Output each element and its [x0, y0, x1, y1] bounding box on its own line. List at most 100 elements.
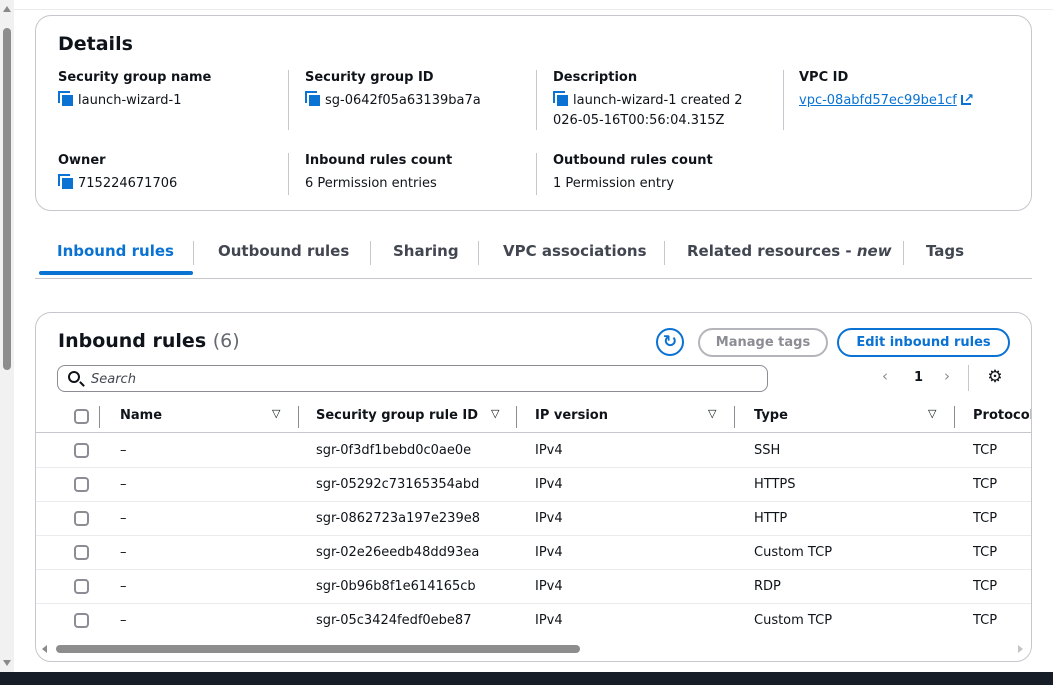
- row-checkbox[interactable]: [74, 545, 89, 560]
- settings-gear-icon[interactable]: ⚙: [986, 368, 1004, 386]
- tab-divider: [370, 241, 371, 265]
- search-input[interactable]: [91, 369, 751, 389]
- cell-type: RDP: [754, 579, 781, 594]
- table-row[interactable]: – sgr-05292c73165354abd IPv4 HTTPS TCP: [36, 468, 1031, 502]
- cell-type: Custom TCP: [754, 545, 833, 560]
- column-divider: [536, 70, 537, 130]
- table-row[interactable]: – sgr-02e26eedb48dd93ea IPv4 Custom TCP …: [36, 536, 1031, 570]
- scroll-up-icon[interactable]: [3, 6, 11, 12]
- inbound-rules-count-label: Inbound rules count: [305, 153, 453, 168]
- edit-inbound-rules-button[interactable]: Edit inbound rules: [837, 328, 1010, 357]
- column-header-type[interactable]: Type: [754, 408, 788, 423]
- owner-value: 715224671706: [78, 176, 178, 191]
- cell-ip-version: IPv4: [535, 477, 563, 492]
- top-divider: [14, 9, 1053, 10]
- copy-icon[interactable]: [305, 91, 320, 106]
- sort-icon[interactable]: ▽: [928, 407, 936, 420]
- security-group-id-label: Security group ID: [305, 70, 434, 85]
- description-field: Description launch-wizard-1 created 2 02…: [553, 69, 743, 131]
- tab-sharing[interactable]: Sharing: [393, 242, 459, 260]
- copy-icon[interactable]: [58, 174, 73, 189]
- column-header-ip-version[interactable]: IP version: [535, 408, 608, 423]
- select-all-checkbox[interactable]: [74, 409, 89, 424]
- external-link-icon: [960, 88, 974, 108]
- manage-tags-button[interactable]: Manage tags: [698, 328, 828, 357]
- column-resizer[interactable]: [516, 406, 517, 428]
- horizontal-scrollbar[interactable]: [36, 640, 1031, 658]
- outbound-rules-count-field: Outbound rules count 1 Permission entry: [553, 152, 713, 194]
- security-group-name-field: Security group name launch-wizard-1: [58, 69, 211, 111]
- cell-protocol: TCP: [973, 545, 998, 560]
- row-checkbox[interactable]: [74, 511, 89, 526]
- security-group-id-field: Security group ID sg-0642f05a63139ba7a: [305, 69, 481, 111]
- new-badge: new: [856, 242, 892, 260]
- description-label: Description: [553, 70, 638, 85]
- cell-type: SSH: [754, 443, 781, 458]
- column-resizer[interactable]: [954, 406, 955, 428]
- tab-divider: [664, 241, 665, 265]
- column-divider: [288, 70, 289, 130]
- previous-page-icon[interactable]: ‹: [882, 367, 888, 385]
- table-row[interactable]: – sgr-0b96b8f1e614165cb IPv4 RDP TCP: [36, 570, 1031, 604]
- details-title: Details: [58, 33, 133, 55]
- row-checkbox[interactable]: [74, 579, 89, 594]
- table-header: Name ▽ Security group rule ID ▽ IP versi…: [36, 401, 1031, 433]
- tab-related-resources[interactable]: Related resources - new: [687, 242, 892, 260]
- sort-icon[interactable]: ▽: [708, 407, 716, 420]
- copy-icon[interactable]: [553, 91, 568, 106]
- tab-outbound-rules[interactable]: Outbound rules: [218, 242, 349, 260]
- tab-tags[interactable]: Tags: [926, 242, 964, 260]
- sort-icon[interactable]: ▽: [272, 407, 280, 420]
- scroll-left-icon[interactable]: [42, 645, 47, 653]
- inbound-rules-count-field: Inbound rules count 6 Permission entries: [305, 152, 452, 194]
- vpc-id-label: VPC ID: [799, 70, 849, 85]
- footer-bar: [0, 672, 1053, 685]
- tab-vpc-associations[interactable]: VPC associations: [503, 242, 647, 260]
- owner-label: Owner: [58, 153, 106, 168]
- tab-related-resources-label: Related resources -: [687, 242, 857, 260]
- description-value-line1: launch-wizard-1 created 2: [573, 93, 743, 108]
- scroll-right-icon[interactable]: [1018, 645, 1023, 653]
- inbound-rules-count-value: 6 Permission entries: [305, 176, 437, 191]
- cell-ip-version: IPv4: [535, 443, 563, 458]
- cell-rule-id: sgr-0f3df1bebd0c0ae0e: [316, 443, 472, 458]
- page-number[interactable]: 1: [914, 370, 923, 385]
- cell-ip-version: IPv4: [535, 511, 563, 526]
- column-resizer[interactable]: [298, 406, 299, 428]
- vpc-id-link[interactable]: vpc-08abfd57ec99be1cf: [799, 93, 957, 108]
- table-row[interactable]: – sgr-0862723a197e239e8 IPv4 HTTP TCP: [36, 502, 1031, 536]
- column-header-protocol[interactable]: Protocol: [973, 408, 1031, 423]
- sort-icon[interactable]: ▽: [491, 407, 499, 420]
- column-resizer[interactable]: [99, 406, 100, 428]
- inbound-rules-title: Inbound rules (6): [58, 330, 240, 352]
- tab-inbound-rules[interactable]: Inbound rules: [57, 242, 174, 260]
- copy-icon[interactable]: [58, 91, 73, 106]
- refresh-button[interactable]: ↻: [656, 328, 684, 356]
- horizontal-scrollbar-thumb[interactable]: [56, 645, 580, 653]
- next-page-icon[interactable]: ›: [944, 367, 950, 385]
- vertical-scrollbar[interactable]: [0, 0, 14, 672]
- vertical-scrollbar-thumb[interactable]: [3, 28, 11, 370]
- cell-name: –: [120, 511, 127, 526]
- outbound-rules-count-label: Outbound rules count: [553, 153, 713, 168]
- column-resizer[interactable]: [734, 406, 735, 428]
- inbound-rules-panel: Inbound rules (6) ↻ Manage tags Edit inb…: [35, 312, 1032, 662]
- owner-field: Owner 715224671706: [58, 152, 177, 194]
- column-header-rule-id[interactable]: Security group rule ID: [316, 408, 478, 423]
- row-checkbox[interactable]: [74, 613, 89, 628]
- row-checkbox[interactable]: [74, 477, 89, 492]
- outbound-rules-count-value: 1 Permission entry: [553, 176, 675, 191]
- cell-rule-id: sgr-05c3424fedf0ebe87: [316, 613, 472, 628]
- row-checkbox[interactable]: [74, 443, 89, 458]
- description-value-line2: 026-05-16T00:56:04.315Z: [553, 113, 725, 128]
- column-header-name[interactable]: Name: [120, 408, 162, 423]
- scroll-down-icon[interactable]: [3, 660, 11, 666]
- search-box[interactable]: [57, 365, 768, 392]
- column-divider: [536, 153, 537, 195]
- table-row[interactable]: – sgr-05c3424fedf0ebe87 IPv4 Custom TCP …: [36, 604, 1031, 638]
- security-group-id-value: sg-0642f05a63139ba7a: [325, 93, 481, 108]
- cell-name: –: [120, 613, 127, 628]
- table-row[interactable]: – sgr-0f3df1bebd0c0ae0e IPv4 SSH TCP: [36, 434, 1031, 468]
- cell-ip-version: IPv4: [535, 545, 563, 560]
- cell-type: Custom TCP: [754, 613, 833, 628]
